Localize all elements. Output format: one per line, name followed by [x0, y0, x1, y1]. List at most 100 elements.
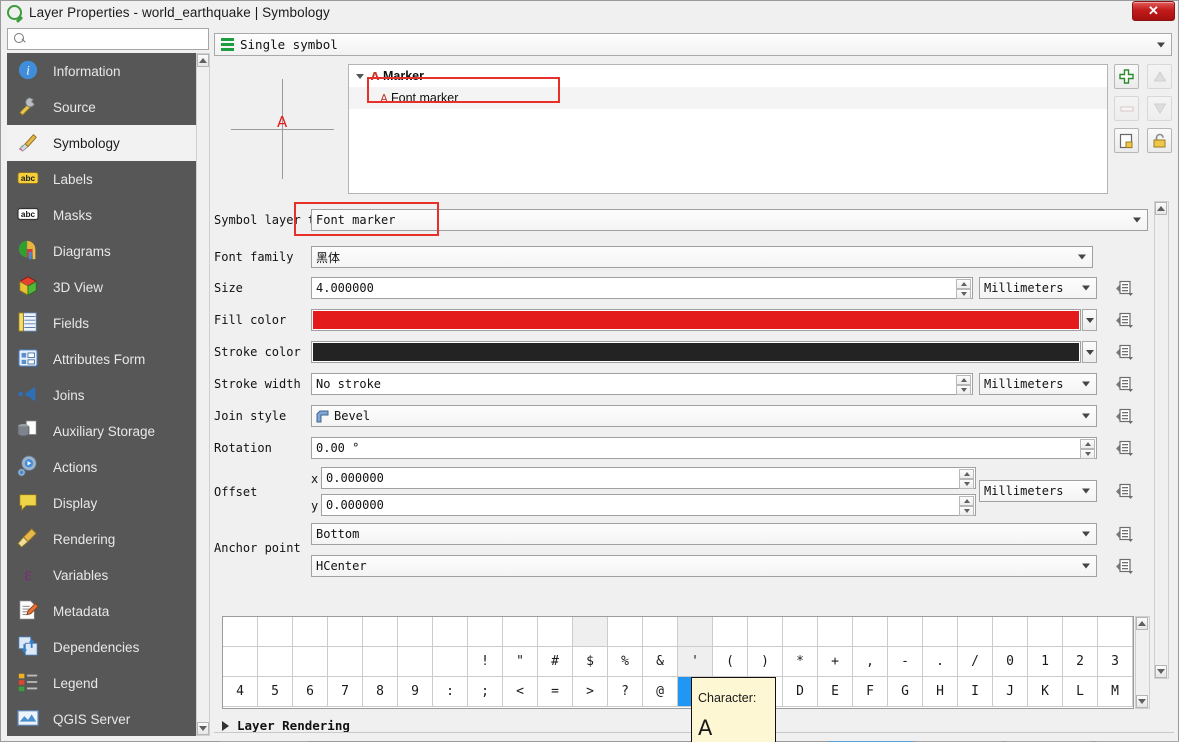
symbol-layer-type-combo[interactable]: Font marker [311, 209, 1148, 231]
character-cell[interactable] [783, 617, 818, 647]
offset-y-step-up[interactable] [959, 496, 974, 506]
sidebar-scroll-up-icon[interactable] [197, 54, 209, 67]
fill-color-data-defined-button[interactable] [1114, 309, 1136, 331]
font-family-combo[interactable]: 黑体 [311, 246, 1093, 268]
size-data-defined-button[interactable] [1114, 277, 1136, 299]
character-cell[interactable] [433, 647, 468, 677]
sidebar-scrollbar[interactable] [196, 53, 210, 736]
charmap-scroll-up-icon[interactable] [1136, 617, 1148, 630]
character-cell[interactable]: L [1063, 677, 1098, 707]
character-cell[interactable] [363, 647, 398, 677]
character-cell[interactable] [923, 617, 958, 647]
offset-y-step-down[interactable] [959, 506, 974, 516]
renderer-type-combo[interactable]: Single symbol [214, 33, 1172, 56]
fill-color-dropdown[interactable] [1082, 309, 1097, 331]
sidebar-item-metadata[interactable]: Metadata [7, 593, 196, 629]
join-style-data-defined-button[interactable] [1114, 405, 1136, 427]
offset-data-defined-button[interactable] [1114, 480, 1136, 502]
stroke-width-step-down[interactable] [956, 385, 971, 395]
size-input[interactable]: 4.000000 [311, 277, 973, 299]
character-cell[interactable]: + [818, 647, 853, 677]
rotation-stepper[interactable] [1080, 439, 1095, 459]
character-cell[interactable]: # [538, 647, 573, 677]
character-cell[interactable]: ' [678, 647, 713, 677]
character-cell[interactable]: 4 [223, 677, 258, 707]
character-cell[interactable]: > [573, 677, 608, 707]
character-cell[interactable]: E [818, 677, 853, 707]
size-step-up[interactable] [956, 279, 971, 289]
offset-x-input[interactable]: 0.000000 [321, 467, 976, 489]
character-cell[interactable] [328, 617, 363, 647]
character-cell[interactable]: , [853, 647, 888, 677]
anchor-point-horizontal-combo[interactable]: HCenter [311, 555, 1097, 577]
size-unit-combo[interactable]: Millimeters [979, 277, 1097, 299]
offset-x-step-down[interactable] [959, 479, 974, 489]
offset-y-input[interactable]: 0.000000 [321, 494, 976, 516]
sidebar-item-attributes-form[interactable]: Attributes Form [7, 341, 196, 377]
character-cell[interactable] [888, 617, 923, 647]
tree-row-font-marker[interactable]: A Font marker [349, 87, 1107, 109]
sidebar-item-joins[interactable]: Joins [7, 377, 196, 413]
stroke-width-stepper[interactable] [956, 375, 971, 395]
character-cell[interactable]: ! [468, 647, 503, 677]
chevron-down-icon[interactable] [353, 73, 367, 79]
character-cell[interactable]: 0 [993, 647, 1028, 677]
character-cell[interactable]: & [643, 647, 678, 677]
rotation-step-up[interactable] [1080, 439, 1095, 449]
character-cell[interactable]: 6 [293, 677, 328, 707]
character-cell[interactable] [503, 617, 538, 647]
character-cell[interactable]: 3 [1098, 647, 1133, 677]
character-cell[interactable] [433, 617, 468, 647]
size-step-down[interactable] [956, 289, 971, 299]
charmap-scroll-down-icon[interactable] [1136, 695, 1148, 708]
character-cell[interactable] [713, 617, 748, 647]
sidebar-item-diagrams[interactable]: Diagrams [7, 233, 196, 269]
character-cell[interactable] [398, 617, 433, 647]
settings-sidebar[interactable]: i Information Source Symbology abc Labels abc M… [7, 53, 196, 736]
stroke-color-swatch-button[interactable] [311, 341, 1081, 363]
character-cell[interactable]: 7 [328, 677, 363, 707]
character-cell[interactable] [1098, 617, 1133, 647]
character-cell[interactable]: ? [608, 677, 643, 707]
join-style-combo[interactable]: Bevel [311, 405, 1097, 427]
character-cell[interactable] [468, 617, 503, 647]
character-cell[interactable] [398, 647, 433, 677]
stroke-width-input[interactable]: No stroke [311, 373, 973, 395]
lock-layer-button[interactable] [1147, 128, 1172, 153]
character-map[interactable]: !"#$%&'()*+,-./0123456789:;<=>?@ABCDEFGH… [222, 616, 1134, 709]
sidebar-item-display[interactable]: Display [7, 485, 196, 521]
character-cell[interactable]: % [608, 647, 643, 677]
character-cell[interactable] [258, 647, 293, 677]
offset-unit-combo[interactable]: Millimeters [979, 480, 1097, 502]
stroke-color-dropdown[interactable] [1082, 341, 1097, 363]
character-cell[interactable] [328, 647, 363, 677]
sidebar-item-auxiliary-storage[interactable]: Auxiliary Storage [7, 413, 196, 449]
layer-rendering-section[interactable]: Layer Rendering [222, 718, 350, 733]
character-cell[interactable]: : [433, 677, 468, 707]
character-cell[interactable]: J [993, 677, 1028, 707]
search-input[interactable] [31, 30, 202, 48]
character-cell[interactable]: ( [713, 647, 748, 677]
fill-color-swatch-button[interactable] [311, 309, 1081, 331]
character-cell[interactable]: G [888, 677, 923, 707]
tree-row-marker[interactable]: A Marker [349, 65, 1107, 87]
character-cell[interactable] [223, 617, 258, 647]
sidebar-item-actions[interactable]: Actions [7, 449, 196, 485]
sidebar-item-3d-view[interactable]: 3D View [7, 269, 196, 305]
size-stepper[interactable] [956, 279, 971, 299]
anchor-point-horizontal-data-defined-button[interactable] [1114, 555, 1136, 577]
character-cell[interactable]: M [1098, 677, 1133, 707]
remove-symbol-layer-button[interactable] [1114, 96, 1139, 121]
sidebar-item-dependencies[interactable]: Dependencies [7, 629, 196, 665]
move-down-button[interactable] [1147, 96, 1172, 121]
sidebar-item-fields[interactable]: Fields [7, 305, 196, 341]
stroke-color-data-defined-button[interactable] [1114, 341, 1136, 363]
properties-scrollbar[interactable] [1154, 201, 1169, 679]
character-cell[interactable] [293, 617, 328, 647]
character-cell[interactable]: 1 [1028, 647, 1063, 677]
character-cell[interactable]: - [888, 647, 923, 677]
character-cell[interactable] [853, 617, 888, 647]
move-up-button[interactable] [1147, 64, 1172, 89]
sidebar-item-qgis-server[interactable]: QGIS Server [7, 701, 196, 736]
character-cell[interactable] [573, 617, 608, 647]
